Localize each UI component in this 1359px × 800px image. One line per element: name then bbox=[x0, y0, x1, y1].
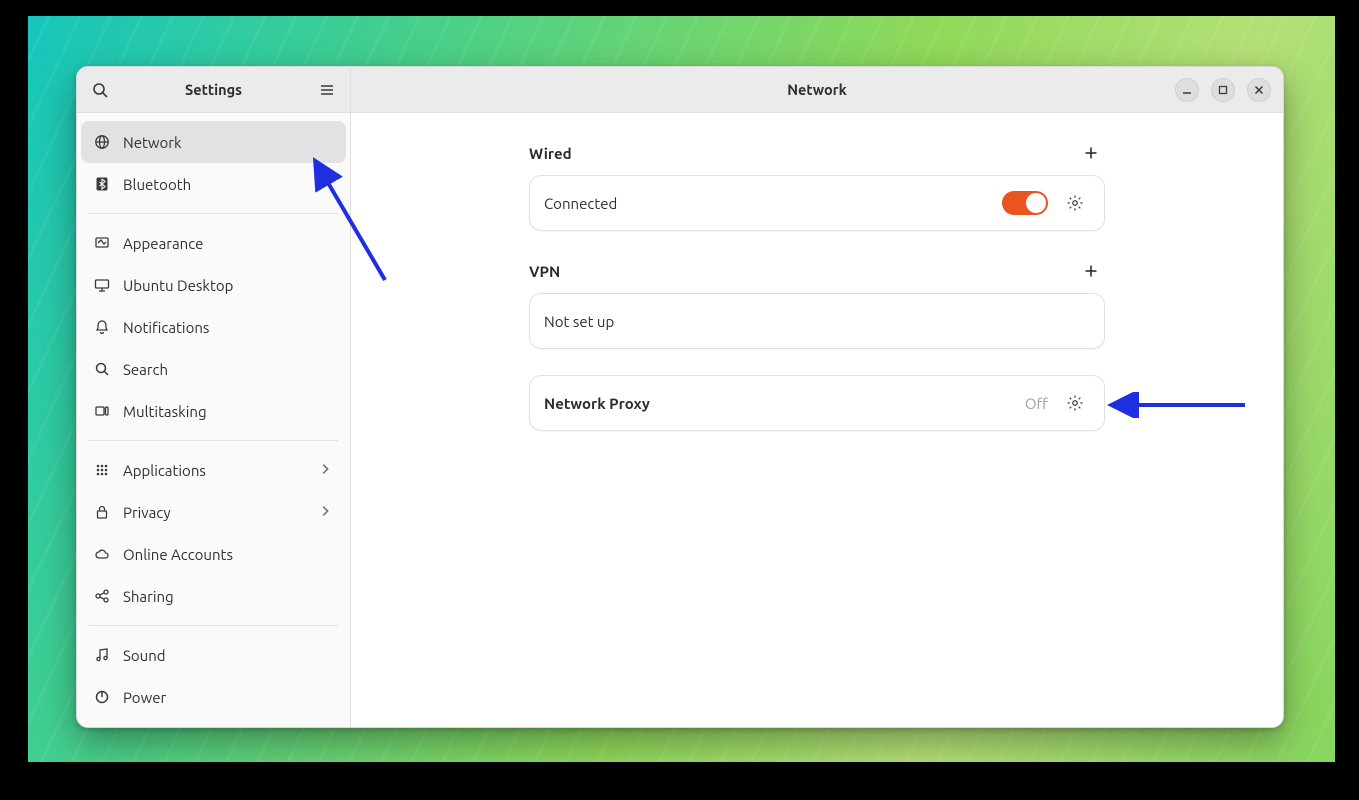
sidebar-item-label: Bluetooth bbox=[123, 176, 334, 193]
globe-icon bbox=[93, 133, 111, 151]
chevron-right-icon bbox=[318, 504, 334, 520]
sidebar-item-label: Search bbox=[123, 361, 334, 378]
window-controls bbox=[1175, 78, 1277, 102]
appearance-icon bbox=[93, 234, 111, 252]
cloud-icon bbox=[93, 545, 111, 563]
sidebar-item-applications[interactable]: Applications bbox=[81, 449, 346, 491]
vpn-add-button[interactable] bbox=[1077, 257, 1105, 285]
close-button[interactable] bbox=[1247, 78, 1271, 102]
sidebar-item-label: Sound bbox=[123, 647, 334, 664]
sidebar-item-label: Power bbox=[123, 689, 334, 706]
proxy-status: Off bbox=[1025, 395, 1048, 412]
wired-section-label: Wired bbox=[529, 145, 1077, 162]
sidebar-item-label: Appearance bbox=[123, 235, 334, 252]
vpn-row: Not set up bbox=[530, 294, 1104, 348]
plus-icon bbox=[1083, 263, 1099, 279]
search-icon bbox=[92, 82, 108, 98]
sidebar: Settings Network Bluetooth bbox=[77, 67, 351, 727]
sidebar-item-label: Network bbox=[123, 134, 334, 151]
search-button[interactable] bbox=[83, 73, 117, 107]
wired-card: Connected bbox=[529, 175, 1105, 231]
sidebar-separator bbox=[89, 625, 338, 626]
minimize-icon bbox=[1182, 85, 1192, 95]
sidebar-item-label: Ubuntu Desktop bbox=[123, 277, 334, 294]
sidebar-separator bbox=[89, 440, 338, 441]
gear-icon bbox=[1066, 394, 1084, 412]
chevron-right-icon bbox=[318, 462, 334, 478]
wired-settings-button[interactable] bbox=[1060, 188, 1090, 218]
power-icon bbox=[93, 688, 111, 706]
sidebar-separator bbox=[89, 213, 338, 214]
grid-icon bbox=[93, 461, 111, 479]
search-icon bbox=[93, 360, 111, 378]
hamburger-menu-button[interactable] bbox=[310, 73, 344, 107]
sidebar-item-sharing[interactable]: Sharing bbox=[81, 575, 346, 617]
sidebar-item-network[interactable]: Network bbox=[81, 121, 346, 163]
desktop-icon bbox=[93, 276, 111, 294]
sidebar-item-label: Multitasking bbox=[123, 403, 334, 420]
content: Wired Connected bbox=[351, 113, 1283, 727]
bell-icon bbox=[93, 318, 111, 336]
music-icon bbox=[93, 646, 111, 664]
settings-window: Settings Network Bluetooth bbox=[76, 66, 1284, 728]
wired-section-header: Wired bbox=[529, 139, 1105, 167]
sidebar-item-sound[interactable]: Sound bbox=[81, 634, 346, 676]
maximize-button[interactable] bbox=[1211, 78, 1235, 102]
multitasking-icon bbox=[93, 402, 111, 420]
sidebar-item-appearance[interactable]: Appearance bbox=[81, 222, 346, 264]
sidebar-item-label: Privacy bbox=[123, 504, 318, 521]
sidebar-header: Settings bbox=[77, 67, 350, 113]
maximize-icon bbox=[1218, 85, 1228, 95]
wired-toggle[interactable] bbox=[1002, 191, 1048, 215]
close-icon bbox=[1254, 85, 1264, 95]
proxy-row[interactable]: Network Proxy Off bbox=[530, 376, 1104, 430]
vpn-card: Not set up bbox=[529, 293, 1105, 349]
sidebar-item-label: Online Accounts bbox=[123, 546, 334, 563]
page-title: Network bbox=[351, 81, 1283, 98]
proxy-card: Network Proxy Off bbox=[529, 375, 1105, 431]
lock-icon bbox=[93, 503, 111, 521]
main-header: Network bbox=[351, 67, 1283, 113]
plus-icon bbox=[1083, 145, 1099, 161]
sidebar-item-power[interactable]: Power bbox=[81, 676, 346, 718]
sidebar-item-bluetooth[interactable]: Bluetooth bbox=[81, 163, 346, 205]
sidebar-list: Network Bluetooth Appearance bbox=[77, 113, 350, 727]
wired-add-button[interactable] bbox=[1077, 139, 1105, 167]
sidebar-item-label: Sharing bbox=[123, 588, 334, 605]
sidebar-item-online-accounts[interactable]: Online Accounts bbox=[81, 533, 346, 575]
proxy-settings-button[interactable] bbox=[1060, 388, 1090, 418]
sidebar-item-notifications[interactable]: Notifications bbox=[81, 306, 346, 348]
share-icon bbox=[93, 587, 111, 605]
wired-status-label: Connected bbox=[544, 195, 1002, 212]
vpn-section-label: VPN bbox=[529, 263, 1077, 280]
sidebar-item-ubuntu-desktop[interactable]: Ubuntu Desktop bbox=[81, 264, 346, 306]
main-panel: Network Wired bbox=[351, 67, 1283, 727]
wired-connection-row[interactable]: Connected bbox=[530, 176, 1104, 230]
bluetooth-icon bbox=[93, 175, 111, 193]
sidebar-item-label: Notifications bbox=[123, 319, 334, 336]
sidebar-item-privacy[interactable]: Privacy bbox=[81, 491, 346, 533]
sidebar-item-search[interactable]: Search bbox=[81, 348, 346, 390]
proxy-label: Network Proxy bbox=[544, 395, 1025, 412]
vpn-status-label: Not set up bbox=[544, 313, 1090, 330]
sidebar-item-multitasking[interactable]: Multitasking bbox=[81, 390, 346, 432]
sidebar-item-label: Applications bbox=[123, 462, 318, 479]
toggle-knob bbox=[1026, 193, 1046, 213]
minimize-button[interactable] bbox=[1175, 78, 1199, 102]
hamburger-icon bbox=[319, 82, 335, 98]
sidebar-title: Settings bbox=[117, 81, 310, 98]
gear-icon bbox=[1066, 194, 1084, 212]
vpn-section-header: VPN bbox=[529, 257, 1105, 285]
